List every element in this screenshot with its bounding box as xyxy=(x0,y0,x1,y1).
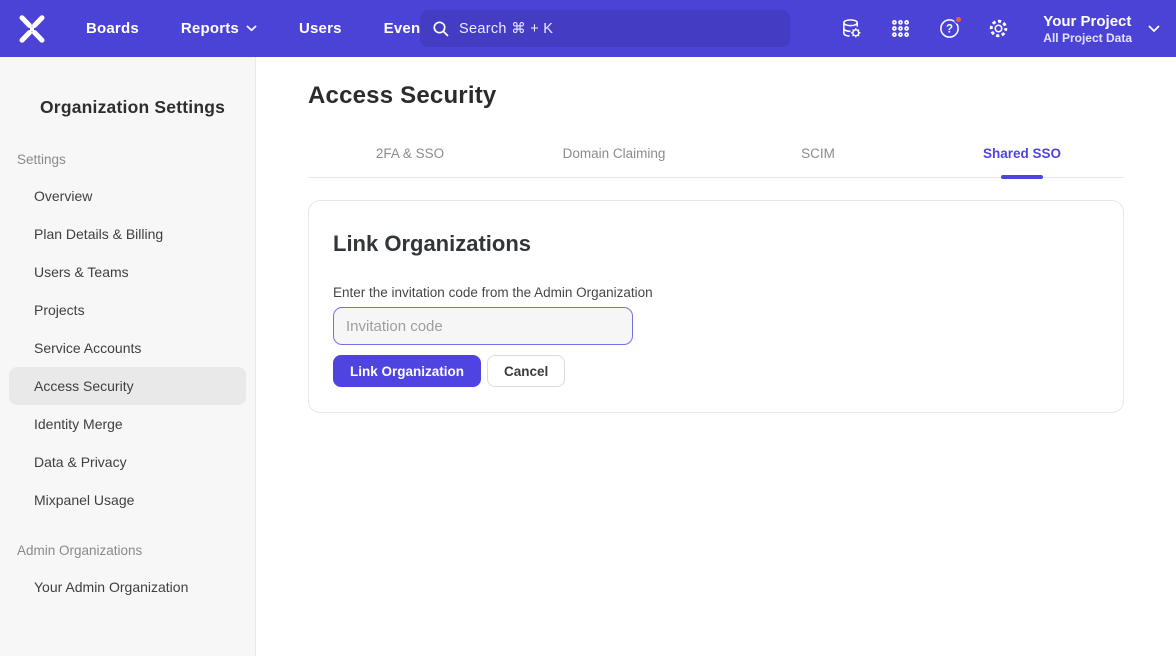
mixpanel-logo-icon xyxy=(17,14,47,44)
help-icon[interactable]: ? xyxy=(937,17,961,41)
sidebar-item-your-admin-organization[interactable]: Your Admin Organization xyxy=(9,568,246,606)
cancel-button[interactable]: Cancel xyxy=(487,355,565,387)
sidebar-admin-list: Your Admin Organization xyxy=(0,568,255,606)
access-security-tabs: 2FA & SSO Domain Claiming SCIM Shared SS… xyxy=(308,146,1124,178)
tab-domain-claiming[interactable]: Domain Claiming xyxy=(512,146,716,177)
sidebar-section-settings-label: Settings xyxy=(17,152,255,167)
search-placeholder: Search ⌘ + K xyxy=(459,21,553,37)
apps-grid-icon[interactable] xyxy=(888,17,912,41)
sidebar-item-overview[interactable]: Overview xyxy=(9,177,246,215)
mixpanel-logo[interactable] xyxy=(0,14,64,44)
search-input[interactable]: Search ⌘ + K xyxy=(420,10,790,47)
sidebar-section-admin-orgs-label: Admin Organizations xyxy=(17,543,255,558)
nav-item-label: Users xyxy=(299,20,342,37)
nav-item-boards[interactable]: Boards xyxy=(86,20,139,37)
primary-nav-links: Boards Reports Users Events xyxy=(86,20,434,37)
nav-item-label: Boards xyxy=(86,20,139,37)
project-subtitle: All Project Data xyxy=(1043,31,1132,46)
project-selector[interactable]: Your Project All Project Data xyxy=(1043,12,1160,46)
main-content: Access Security 2FA & SSO Domain Claimin… xyxy=(256,57,1176,656)
card-title: Link Organizations xyxy=(333,231,1099,257)
invitation-code-description: Enter the invitation code from the Admin… xyxy=(333,285,1099,300)
svg-text:?: ? xyxy=(946,24,953,36)
project-selector-labels: Your Project All Project Data xyxy=(1043,12,1132,46)
page-title: Access Security xyxy=(308,82,1124,110)
card-buttons-row: Link Organization Cancel xyxy=(333,355,1099,387)
tab-2fa-sso[interactable]: 2FA & SSO xyxy=(308,146,512,177)
active-tab-underline xyxy=(1001,175,1043,179)
sidebar-title: Organization Settings xyxy=(40,97,255,118)
sidebar-item-identity-merge[interactable]: Identity Merge xyxy=(9,405,246,443)
top-navigation-bar: Boards Reports Users Events Search ⌘ + K xyxy=(0,0,1176,57)
org-settings-sidebar: Organization Settings Settings Overview … xyxy=(0,57,256,656)
sidebar-item-plan-details-billing[interactable]: Plan Details & Billing xyxy=(9,215,246,253)
invitation-code-input[interactable] xyxy=(333,307,633,345)
tab-scim[interactable]: SCIM xyxy=(716,146,920,177)
sidebar-settings-list: Overview Plan Details & Billing Users & … xyxy=(0,177,255,519)
chevron-down-icon xyxy=(1148,25,1160,33)
nav-item-users[interactable]: Users xyxy=(299,20,342,37)
link-organizations-card: Link Organizations Enter the invitation … xyxy=(308,200,1124,413)
chevron-down-icon xyxy=(246,25,257,32)
notification-dot xyxy=(954,15,963,24)
project-name: Your Project xyxy=(1043,12,1132,31)
nav-item-reports[interactable]: Reports xyxy=(181,20,257,37)
sidebar-item-projects[interactable]: Projects xyxy=(9,291,246,329)
sidebar-item-access-security[interactable]: Access Security xyxy=(9,367,246,405)
sidebar-item-users-teams[interactable]: Users & Teams xyxy=(9,253,246,291)
link-organization-button[interactable]: Link Organization xyxy=(333,355,481,387)
sidebar-item-data-privacy[interactable]: Data & Privacy xyxy=(9,443,246,481)
tab-label: Shared SSO xyxy=(983,146,1061,161)
nav-right-controls: ? Your Project All Project Data xyxy=(839,12,1176,46)
sidebar-item-service-accounts[interactable]: Service Accounts xyxy=(9,329,246,367)
settings-gear-icon[interactable] xyxy=(986,17,1010,41)
data-management-icon[interactable] xyxy=(839,17,863,41)
sidebar-item-mixpanel-usage[interactable]: Mixpanel Usage xyxy=(9,481,246,519)
search-icon xyxy=(432,20,450,38)
tab-shared-sso[interactable]: Shared SSO xyxy=(920,146,1124,177)
nav-item-label: Reports xyxy=(181,20,239,37)
